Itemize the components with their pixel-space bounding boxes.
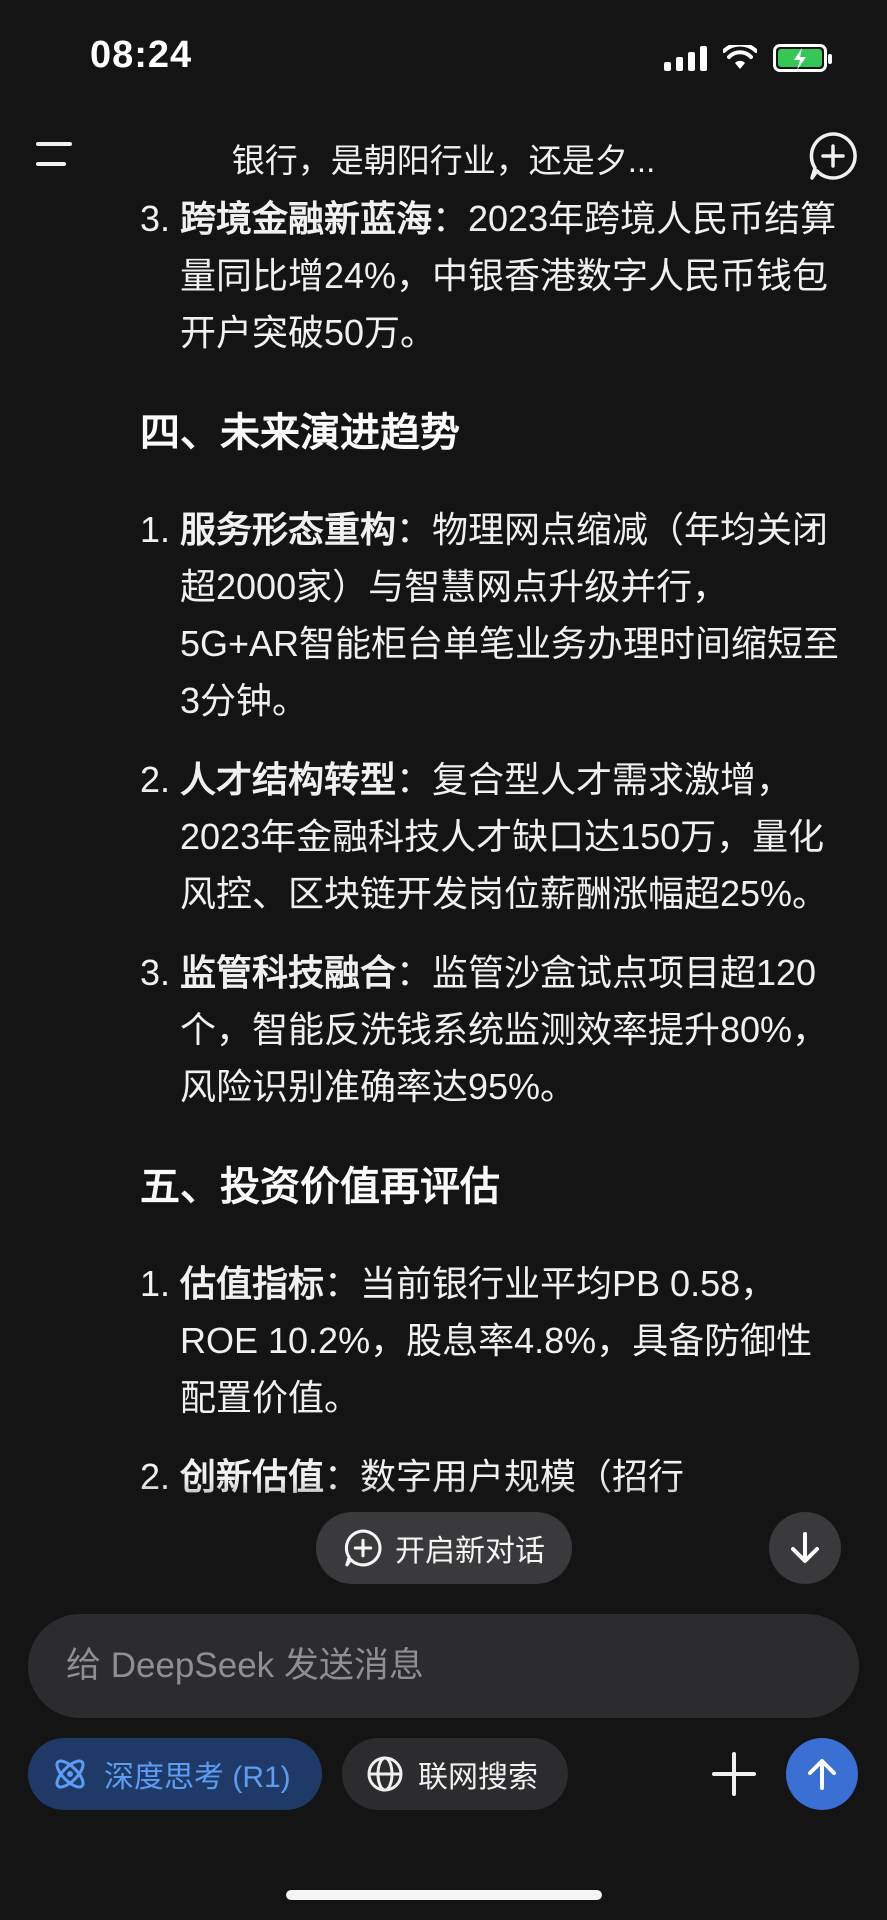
wifi-icon	[723, 45, 757, 69]
status-icons	[664, 44, 832, 72]
new-chat-icon[interactable]	[807, 130, 859, 182]
status-bar: 08:24	[0, 0, 887, 120]
message-input-container	[28, 1614, 859, 1718]
arrow-up-icon	[808, 1759, 836, 1790]
chat-title: 银行，是朝阳行业，还是夕...	[231, 142, 656, 179]
cellular-signal-icon	[664, 45, 707, 71]
plus-icon[interactable]	[706, 1746, 762, 1802]
list-item: 1. 估值指标：当前银行业平均PB 0.58，ROE 10.2%，股息率4.8%…	[140, 1263, 813, 1418]
battery-icon	[773, 44, 832, 72]
globe-icon	[367, 1756, 403, 1792]
arrow-down-icon	[791, 1532, 819, 1563]
web-search-toggle[interactable]: 联网搜索	[342, 1738, 568, 1810]
list-item: 3. 监管科技融合：监管沙盒试点项目超120个，智能反洗钱系统监测效率提升80%…	[140, 952, 829, 1107]
scroll-down-button[interactable]	[769, 1512, 841, 1584]
home-indicator	[286, 1890, 602, 1900]
list-item: 2. 人才结构转型：复合型人才需求激增，2023年金融科技人才缺口达150万，量…	[140, 759, 829, 914]
new-dialog-button[interactable]: 开启新对话	[316, 1512, 572, 1584]
deep-think-toggle[interactable]: 深度思考 (R1)	[28, 1738, 322, 1810]
list-item: 1. 服务形态重构：物理网点缩减（年均关闭超2000家）与智慧网点升级并行，5G…	[140, 509, 840, 721]
chat-header: 银行，是朝阳行业，还是夕...	[0, 120, 887, 190]
list-item: 2. 创新估值：数字用户规模（招行	[140, 1456, 685, 1497]
input-toolbar: 深度思考 (R1) 联网搜索	[0, 1738, 887, 1818]
deep-think-label: 深度思考 (R1)	[104, 1761, 291, 1794]
atom-icon	[55, 1759, 85, 1789]
list-item: 3. 跨境金融新蓝海：2023年跨境人民币结算量同比增24%，中银香港数字人民币…	[140, 198, 837, 353]
send-button[interactable]	[786, 1738, 858, 1810]
status-time: 08:24	[90, 34, 193, 76]
web-search-label: 联网搜索	[418, 1761, 538, 1794]
message-input[interactable]	[64, 1645, 823, 1687]
new-chat-icon	[344, 1529, 382, 1567]
section-heading: 四、未来演进趋势	[140, 411, 460, 455]
message-content: 3. 跨境金融新蓝海：2023年跨境人民币结算量同比增24%，中银香港数字人民币…	[140, 190, 847, 1580]
new-dialog-label: 开启新对话	[395, 1535, 545, 1568]
section-heading: 五、投资价值再评估	[140, 1165, 500, 1209]
